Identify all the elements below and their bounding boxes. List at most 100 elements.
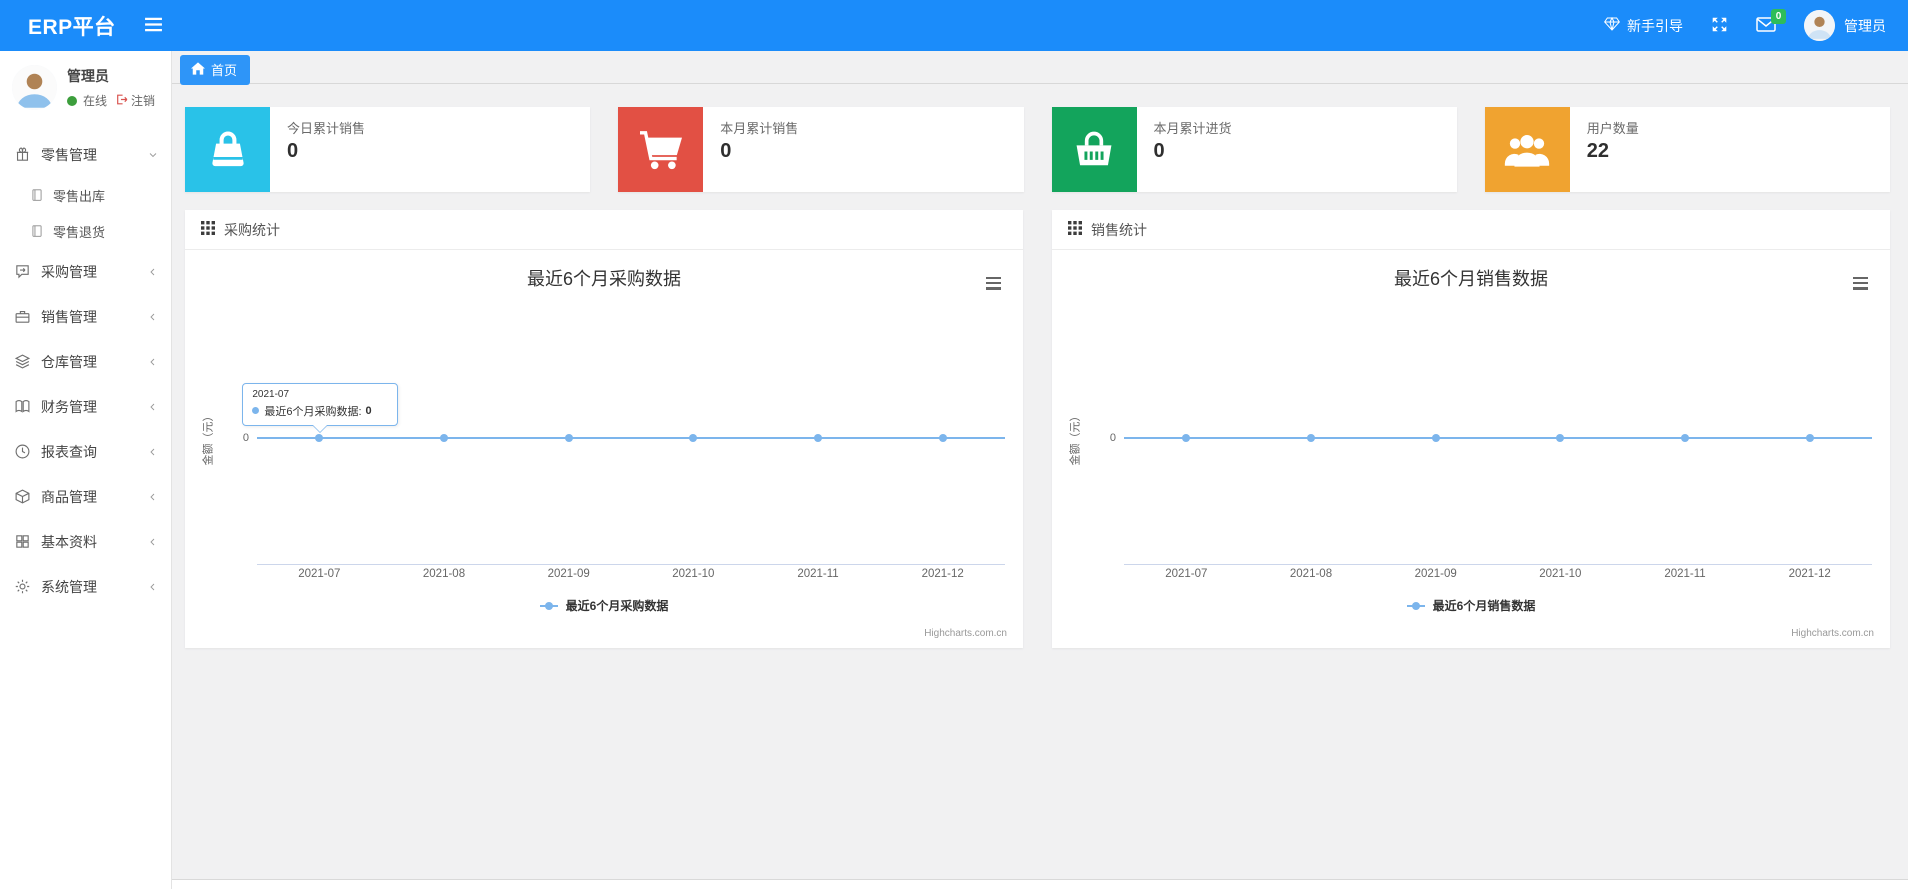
x-axis-tick-label: 2021-09 xyxy=(547,568,590,580)
sidebar-item-label: 系统管理 xyxy=(41,578,97,595)
panel-purchase-stats: 采购统计 最近6个月采购数据 金额（元） 0 2021-07 最近6个月采购数据… xyxy=(185,210,1023,648)
avatar xyxy=(1804,10,1835,41)
panel-header: 销售统计 xyxy=(1052,210,1890,250)
briefcase-icon xyxy=(14,308,31,325)
messages-button[interactable]: 0 xyxy=(1756,8,1786,35)
logout-button[interactable]: 注销 xyxy=(115,92,155,109)
sidebar-item-warehouse[interactable]: 仓库管理 xyxy=(0,339,171,384)
online-status-label: 在线 xyxy=(83,94,108,108)
stat-value: 22 xyxy=(1586,140,1609,162)
sidebar-item-retail[interactable]: 零售管理 xyxy=(0,132,171,177)
data-point-marker[interactable] xyxy=(315,433,324,442)
tab-home[interactable]: 首页 xyxy=(180,55,251,85)
chart-context-menu-button[interactable] xyxy=(984,272,1003,294)
chevron-left-icon xyxy=(147,401,159,413)
sidebar-item-reports[interactable]: 报表查询 xyxy=(0,429,171,474)
legend-item[interactable]: 最近6个月销售数据 xyxy=(1052,597,1890,614)
plot-area: 金额（元） 0 xyxy=(1069,311,1872,565)
data-point-marker[interactable] xyxy=(564,433,573,442)
x-axis-tick-label: 2021-12 xyxy=(921,568,964,580)
chart-context-menu-button[interactable] xyxy=(1851,272,1870,294)
sidebar-item-system[interactable]: 系统管理 xyxy=(0,564,171,609)
highcharts-credits-link[interactable]: Highcharts.com.cn xyxy=(1791,628,1874,639)
x-axis-tick-label: 2021-10 xyxy=(1539,568,1582,580)
tooltip-category: 2021-07 xyxy=(252,388,290,400)
x-axis-tick-label: 2021-08 xyxy=(1289,568,1333,580)
avatar xyxy=(12,65,57,110)
sidebar-subitem-retail-outbound[interactable]: 零售出库 xyxy=(0,177,171,213)
sidebar-item-label: 零售管理 xyxy=(41,146,97,163)
legend-marker-icon xyxy=(539,601,558,610)
x-axis-tick-label: 2021-11 xyxy=(797,568,839,580)
data-point-marker[interactable] xyxy=(1805,433,1814,442)
x-axis-labels: 2021-07 2021-08 2021-09 2021-10 2021-11 2021-… xyxy=(257,568,1005,580)
panel-title: 销售统计 xyxy=(1091,221,1147,238)
data-point-marker[interactable] xyxy=(1681,433,1689,442)
gift-icon xyxy=(14,146,31,163)
data-point-marker[interactable] xyxy=(440,433,448,442)
panel-header: 采购统计 xyxy=(185,210,1023,250)
sidebar-item-sales[interactable]: 销售管理 xyxy=(0,294,171,339)
data-point-marker[interactable] xyxy=(938,433,947,442)
x-axis-tick-label: 2021-08 xyxy=(422,568,466,580)
chart-title: 最近6个月采购数据 xyxy=(526,269,681,289)
sidebar-item-label: 报表查询 xyxy=(41,443,97,460)
notebook-icon xyxy=(30,224,44,238)
chevron-down-icon xyxy=(147,149,159,161)
gem-icon xyxy=(1604,16,1620,34)
y-axis-title: 金额（元） xyxy=(1069,410,1081,465)
app-logo: ERP平台 xyxy=(28,15,116,39)
sidebar-item-products[interactable]: 商品管理 xyxy=(0,474,171,519)
highcharts-credits-link[interactable]: Highcharts.com.cn xyxy=(924,628,1007,639)
guide-link[interactable]: 新手引导 xyxy=(1604,16,1683,36)
grid-icon xyxy=(14,533,31,550)
sidebar-toggle-button[interactable] xyxy=(144,17,163,35)
y-axis-title: 金额（元） xyxy=(202,410,214,465)
stat-title: 今日累计销售 xyxy=(287,121,366,136)
home-icon xyxy=(191,61,205,78)
sidebar-item-basedata[interactable]: 基本资料 xyxy=(0,519,171,564)
logout-label: 注销 xyxy=(131,94,156,108)
chevron-left-icon xyxy=(147,356,159,368)
x-axis-labels: 2021-07 2021-08 2021-09 2021-10 2021-11 2021-… xyxy=(1124,568,1872,580)
users-icon xyxy=(1484,107,1570,192)
sidebar-item-label: 仓库管理 xyxy=(41,353,97,370)
user-menu[interactable]: 管理员 xyxy=(1804,10,1886,41)
sidebar-item-finance[interactable]: 财务管理 xyxy=(0,384,171,429)
legend-item[interactable]: 最近6个月采购数据 xyxy=(185,597,1023,614)
sidebar-subitem-label: 零售退货 xyxy=(53,224,106,240)
chevron-left-icon xyxy=(147,446,159,458)
layers-icon xyxy=(14,353,31,370)
shopping-cart-icon xyxy=(618,107,704,192)
stat-value: 0 xyxy=(1153,140,1165,162)
chevron-left-icon xyxy=(147,491,159,503)
message-count-badge: 0 xyxy=(1771,8,1786,24)
tab-bar: 首页 xyxy=(172,51,1908,85)
purchase-chart: 最近6个月采购数据 金额（元） 0 2021-07 最近6个月采购数据: 0 2… xyxy=(185,250,1023,647)
data-point-marker[interactable] xyxy=(814,433,822,442)
data-point-marker[interactable] xyxy=(1431,433,1440,442)
data-point-marker[interactable] xyxy=(1182,433,1191,442)
plot-area: 金额（元） 0 2021-07 最近6个月采购数据: 0 xyxy=(202,311,1005,565)
chevron-left-icon xyxy=(147,536,159,548)
series-markers xyxy=(257,311,1005,564)
sidebar-subitem-retail-return[interactable]: 零售退货 xyxy=(0,213,171,249)
data-point-marker[interactable] xyxy=(1307,433,1315,442)
sidebar-menu: 零售管理 零售出库 零售退货 采购管理 销售管理 仓库管理 财务管理 报表查询 … xyxy=(0,132,171,609)
fullscreen-button[interactable] xyxy=(1711,16,1728,36)
stat-title: 用户数量 xyxy=(1586,121,1639,136)
sidebar: 管理员 在线 注销 零售管理 零售出库 零售退货 采购管理 销售管理 仓库管理 … xyxy=(0,51,172,889)
data-point-marker[interactable] xyxy=(1556,433,1565,442)
stat-value: 0 xyxy=(287,140,299,162)
legend-label: 最近6个月采购数据 xyxy=(565,599,669,613)
guide-label: 新手引导 xyxy=(1627,17,1683,34)
username-label: 管理员 xyxy=(1844,17,1886,34)
x-axis-tick-label: 2021-11 xyxy=(1664,568,1706,580)
chevron-left-icon xyxy=(147,581,159,593)
sidebar-item-purchase[interactable]: 采购管理 xyxy=(0,249,171,294)
sidebar-item-label: 商品管理 xyxy=(41,488,97,505)
package-icon xyxy=(14,488,31,505)
data-point-marker[interactable] xyxy=(689,433,698,442)
x-axis-tick-label: 2021-09 xyxy=(1414,568,1457,580)
grid-dots-icon xyxy=(1068,221,1082,238)
